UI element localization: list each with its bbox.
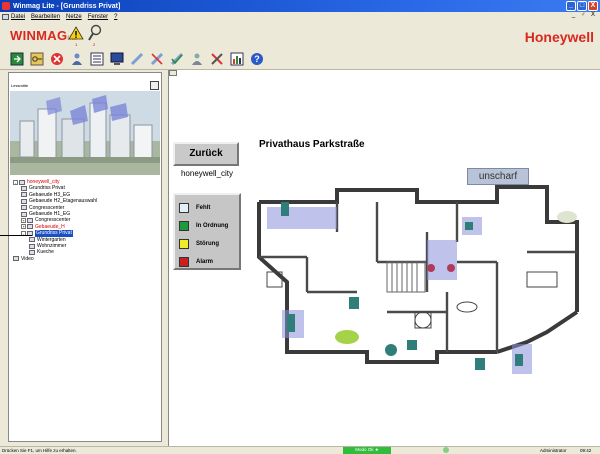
mdi-window-buttons[interactable]: _ ♂ X <box>572 12 597 18</box>
tree-node-icon <box>21 205 27 211</box>
splitter-line <box>0 235 32 236</box>
tree-node-icon <box>29 249 35 255</box>
tools-icon[interactable] <box>210 52 224 66</box>
menu-netze[interactable]: Netze <box>66 14 82 20</box>
tree-item-label: Video <box>21 255 34 262</box>
tree-node-icon <box>19 179 25 185</box>
expand-icon[interactable]: + <box>21 218 26 224</box>
cross-out-icon[interactable] <box>150 52 164 66</box>
status-bar: Drücken Sie F1, um Hilfe zu erhalten. Mo… <box>0 446 600 454</box>
menu-datei[interactable]: Datei <box>11 14 25 20</box>
city-overview-image[interactable] <box>10 91 160 175</box>
menu-help[interactable]: ? <box>114 14 117 20</box>
brand-bar: WINMAGlite 1 2 Honeywell <box>0 21 600 48</box>
menu-fenster[interactable]: Fenster <box>88 14 108 20</box>
window-title: Winmag Lite - [Grundriss Privat] <box>13 2 121 10</box>
expand-icon[interactable]: + <box>21 224 26 230</box>
maximize-button[interactable]: □ <box>577 1 587 11</box>
arming-status-tag[interactable]: unscharf <box>467 168 529 185</box>
status-time: 09:42 <box>580 448 592 453</box>
exit-icon[interactable] <box>10 52 24 66</box>
status-mode: Modo Ok ★ <box>343 447 391 454</box>
toolbar: ? <box>0 48 600 70</box>
tree-item-label: Kueche <box>37 249 54 256</box>
object-tree: - honeywell_city Grundriss Privat Gebaeude … <box>13 179 161 262</box>
navigation-frame: Lessmitte - honeywell_city Grundriss Priva… <box>8 72 162 442</box>
operator-icon[interactable] <box>70 52 84 66</box>
help-icon[interactable]: ? <box>250 52 264 66</box>
app-icon <box>2 2 10 10</box>
warning-count: 1 <box>75 42 78 47</box>
pen-icon[interactable] <box>130 52 144 66</box>
tree-node-icon <box>29 237 35 243</box>
check-icon[interactable] <box>170 52 184 66</box>
status-legend: Fehlt In Ordnung Störung Alarm <box>173 193 241 270</box>
close-button[interactable]: X <box>588 1 598 11</box>
tree-node-icon <box>27 218 33 224</box>
legend-swatch-fehlt <box>179 203 189 213</box>
title-bar: Winmag Lite - [Grundriss Privat] _ □ X <box>0 0 600 12</box>
legend-in-ordnung: In Ordnung <box>179 217 239 235</box>
monitor-icon[interactable] <box>110 52 124 66</box>
person-icon[interactable] <box>190 52 204 66</box>
list-icon[interactable] <box>90 52 104 66</box>
legend-stoerung: Störung <box>179 235 239 253</box>
warning-icon[interactable] <box>68 26 84 40</box>
minimize-button[interactable]: _ <box>566 1 576 11</box>
view-corner-button[interactable] <box>169 70 177 76</box>
floor-plan[interactable] <box>247 162 597 392</box>
search-count: 2 <box>93 42 96 47</box>
tree-node-icon <box>21 198 27 204</box>
legend-swatch-in-ordnung <box>179 221 189 231</box>
back-button[interactable]: Zurück <box>173 142 239 166</box>
menu-bar: Datei Bearbeiten Netze Fenster ? _ ♂ X <box>0 12 600 21</box>
legend-swatch-stoerung <box>179 239 189 249</box>
tree-node-icon <box>27 224 33 230</box>
status-user: Administrator <box>540 448 567 453</box>
key-icon[interactable] <box>30 52 44 66</box>
svg-text:?: ? <box>254 54 260 64</box>
legend-alarm: Alarm <box>179 253 239 271</box>
legend-fehlt: Fehlt <box>179 199 239 217</box>
tree-node-icon <box>21 186 27 192</box>
navigation-header-label: Lessmitte <box>11 83 29 88</box>
city-label: honeywell_city <box>180 169 234 178</box>
cancel-icon[interactable] <box>50 52 64 66</box>
plan-title: Privathaus Parkstraße <box>259 139 365 150</box>
chart-icon[interactable] <box>230 52 244 66</box>
tree-node-icon <box>21 192 27 198</box>
tree-node-icon <box>21 211 27 217</box>
navigation-header: Lessmitte <box>9 73 161 90</box>
tree-node-icon <box>13 256 19 262</box>
status-help-text: Drücken Sie F1, um Hilfe zu erhalten. <box>2 448 77 453</box>
menu-bearbeiten[interactable]: Bearbeiten <box>31 14 60 20</box>
tree-node-icon <box>29 243 35 249</box>
honeywell-logo: Honeywell <box>524 29 594 45</box>
main-view: Zurück honeywell_city Fehlt In Ordnung S… <box>168 70 600 446</box>
home-icon[interactable] <box>150 81 159 90</box>
tree-item[interactable]: Video <box>13 256 161 262</box>
collapse-icon[interactable]: - <box>13 179 18 185</box>
search-icon[interactable] <box>88 24 102 42</box>
status-indicator-icon <box>443 447 449 453</box>
legend-swatch-alarm <box>179 257 189 267</box>
document-icon[interactable] <box>2 13 9 20</box>
navigation-panel: Lessmitte - honeywell_city Grundriss Priva… <box>0 70 168 446</box>
